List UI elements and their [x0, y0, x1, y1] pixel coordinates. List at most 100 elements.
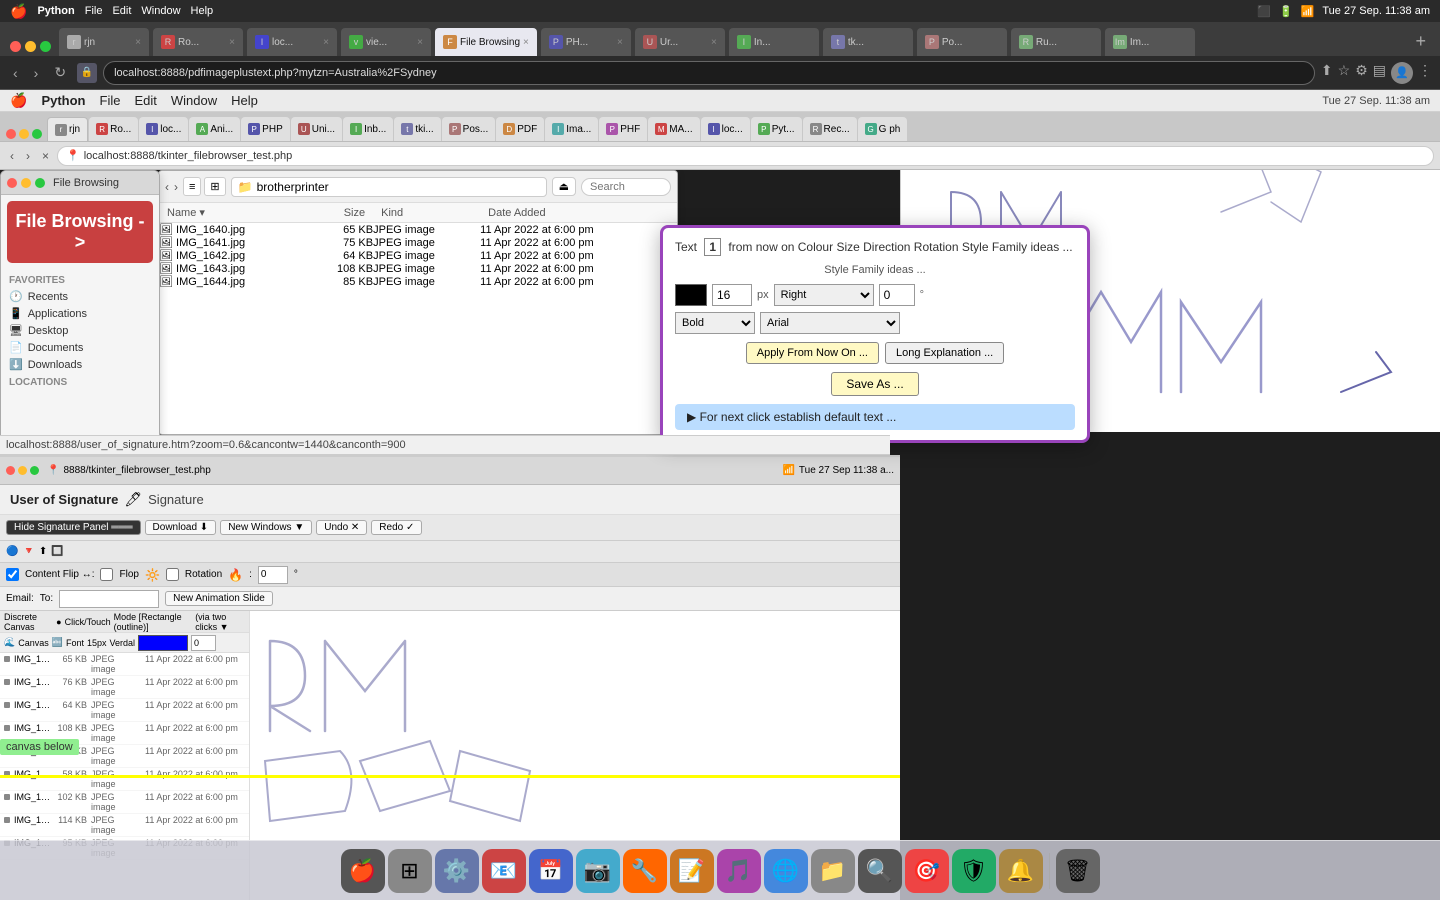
second-tab-ro[interactable]: RRo...	[89, 117, 138, 141]
app-menu-python[interactable]: Python	[41, 93, 85, 108]
tab-filebrowsing[interactable]: FFile Browsing×	[435, 28, 537, 56]
menu-help[interactable]: Help	[191, 5, 214, 17]
tab-tk[interactable]: ttk...	[823, 28, 913, 56]
col-size-header[interactable]: Size	[308, 203, 373, 223]
sidebar-item-documents[interactable]: 📄 Documents	[1, 339, 159, 356]
close-btn[interactable]	[6, 129, 16, 139]
dock-app1[interactable]: 🔧	[623, 849, 667, 893]
app-menu-file[interactable]: File	[100, 93, 121, 108]
back-button[interactable]: ‹	[8, 63, 23, 83]
tab-close-icon[interactable]: ×	[135, 37, 141, 48]
flop-checkbox[interactable]	[100, 568, 113, 581]
back-btn-2[interactable]: ‹	[6, 148, 18, 164]
menu-file[interactable]: File	[85, 5, 103, 17]
tab-in[interactable]: IIn...	[729, 28, 819, 56]
second-tab-php[interactable]: PPHP	[241, 117, 290, 141]
file-table-row[interactable]: 🖼 IMG_1640.jpg 65 KB JPEG image 11 Apr 2…	[159, 223, 677, 237]
tab-ro[interactable]: RRo...×	[153, 28, 243, 56]
sidebar-toggle-icon[interactable]: ▤	[1373, 62, 1386, 84]
rotation-input-sig[interactable]	[258, 566, 288, 584]
second-tab-loc[interactable]: lloc...	[139, 117, 188, 141]
size-input[interactable]	[712, 284, 752, 306]
grid-view-btn[interactable]: ⊞	[204, 177, 225, 196]
tab-rjn[interactable]: rrjn×	[59, 28, 149, 56]
app-menu-help[interactable]: Help	[231, 93, 258, 108]
mini-file-row[interactable]: IMG_1646.jpg 102 KB JPEG image 11 Apr 20…	[0, 791, 249, 814]
fb-close-btn[interactable]	[7, 178, 17, 188]
save-as-button[interactable]: Save As ...	[831, 372, 918, 396]
second-tab-loca[interactable]: lloc...	[701, 117, 750, 141]
download-button[interactable]: Download ⬇	[145, 520, 217, 535]
dock-launchpad[interactable]: ⊞	[388, 849, 432, 893]
tab-loc[interactable]: lloc...×	[247, 28, 337, 56]
sig-close-btn[interactable]	[6, 466, 15, 475]
dock-mail[interactable]: 📧	[482, 849, 526, 893]
mini-file-row[interactable]: IMG_1645.jpg 58 KB JPEG image 11 Apr 202…	[0, 768, 249, 791]
second-tab-tki[interactable]: ttki...	[394, 117, 440, 141]
menu-edit[interactable]: Edit	[112, 5, 131, 17]
sig-expand-btn[interactable]	[30, 466, 39, 475]
dock-app2[interactable]: 📝	[670, 849, 714, 893]
eject-btn[interactable]: ⏏	[552, 177, 576, 196]
dock-trash[interactable]: 🗑	[1056, 849, 1100, 893]
dialog-num-input[interactable]: 1	[704, 238, 721, 256]
col-kind-header[interactable]: Kind	[373, 203, 480, 223]
tab-close-icon[interactable]: ×	[417, 37, 423, 48]
dock-calendar[interactable]: 📅	[529, 849, 573, 893]
app-name-menu[interactable]: Python	[37, 5, 74, 17]
profile-avatar[interactable]: 👤	[1391, 62, 1413, 84]
address-field[interactable]: localhost:8888/pdfimageplustext.php?mytz…	[103, 61, 1315, 85]
second-address-field[interactable]: 📍 localhost:8888/tkinter_filebrowser_tes…	[57, 146, 1434, 166]
new-animation-button[interactable]: New Animation Slide	[165, 591, 273, 606]
sig-minimize-btn[interactable]	[18, 466, 27, 475]
second-tab-rjn[interactable]: rrjn	[47, 117, 88, 141]
new-tab-button[interactable]: +	[1407, 31, 1434, 52]
bookmark-icon[interactable]: ☆	[1338, 62, 1351, 84]
forward-btn-2[interactable]: ›	[22, 148, 34, 164]
share-icon[interactable]: ⬆	[1321, 62, 1333, 84]
tab-close-icon[interactable]: ×	[523, 37, 529, 48]
file-table-row[interactable]: 🖼 IMG_1641.jpg 75 KB JPEG image 11 Apr 2…	[159, 236, 677, 249]
dock-finder[interactable]: 🍎	[341, 849, 385, 893]
tab-close-icon[interactable]: ×	[323, 37, 329, 48]
minimize-btn[interactable]	[19, 129, 29, 139]
second-tab-pos[interactable]: PPos...	[442, 117, 496, 141]
mini-file-row[interactable]: IMG_1641.jpg 76 KB JPEG image 11 Apr 202…	[0, 676, 249, 699]
content-flip-checkbox[interactable]	[6, 568, 19, 581]
forward-button[interactable]: ›	[29, 63, 44, 83]
hide-panel-button[interactable]: Hide Signature Panel ═══	[6, 520, 141, 535]
menu-window[interactable]: Window	[141, 5, 180, 17]
tab-ru[interactable]: RRu...	[1011, 28, 1101, 56]
tab-ur[interactable]: UUr...×	[635, 28, 725, 56]
maximize-traffic-light[interactable]	[40, 41, 51, 52]
second-tab-gph[interactable]: GG ph	[858, 117, 908, 141]
second-tab-ani[interactable]: AAni...	[189, 117, 240, 141]
more-icon[interactable]: ⋮	[1418, 62, 1432, 84]
mini-file-row[interactable]: IMG_1642.jpg 64 KB JPEG image 11 Apr 202…	[0, 699, 249, 722]
second-tab-ima[interactable]: IIma...	[545, 117, 598, 141]
email-to-input[interactable]	[59, 590, 159, 608]
second-tab-inb[interactable]: IInb...	[343, 117, 393, 141]
dock-app4[interactable]: 🌐	[764, 849, 808, 893]
extensions-icon[interactable]: ⚙	[1355, 62, 1368, 84]
tab-close-icon[interactable]: ×	[711, 37, 717, 48]
tab-imp[interactable]: ImIm...	[1105, 28, 1195, 56]
font-select[interactable]: Arial	[760, 312, 900, 334]
dock-app7[interactable]: 🎯	[905, 849, 949, 893]
minimize-traffic-light[interactable]	[25, 41, 36, 52]
sidebar-item-downloads[interactable]: ⬇️ Downloads	[1, 356, 159, 373]
second-tab-ma[interactable]: MMA...	[648, 117, 699, 141]
dock-photos[interactable]: 📷	[576, 849, 620, 893]
second-tab-pyt[interactable]: PPyt...	[751, 117, 802, 141]
file-table-row[interactable]: 🖼 IMG_1643.jpg 108 KB JPEG image 11 Apr …	[159, 262, 677, 275]
list-view-btn[interactable]: ≡	[183, 177, 201, 196]
rotation-input[interactable]	[879, 284, 915, 306]
apple-icon[interactable]: 🍎	[10, 3, 27, 20]
apple-menu-icon[interactable]: 🍎	[10, 92, 27, 109]
tab-vie[interactable]: vvie...×	[341, 28, 431, 56]
sidebar-item-recents[interactable]: 🕐 Recents	[1, 288, 159, 305]
second-tab-rec[interactable]: RRec...	[803, 117, 857, 141]
tab-close-icon[interactable]: ×	[617, 37, 623, 48]
second-tab-pdf[interactable]: DPDF	[496, 117, 544, 141]
fb-minimize-btn[interactable]	[21, 178, 31, 188]
